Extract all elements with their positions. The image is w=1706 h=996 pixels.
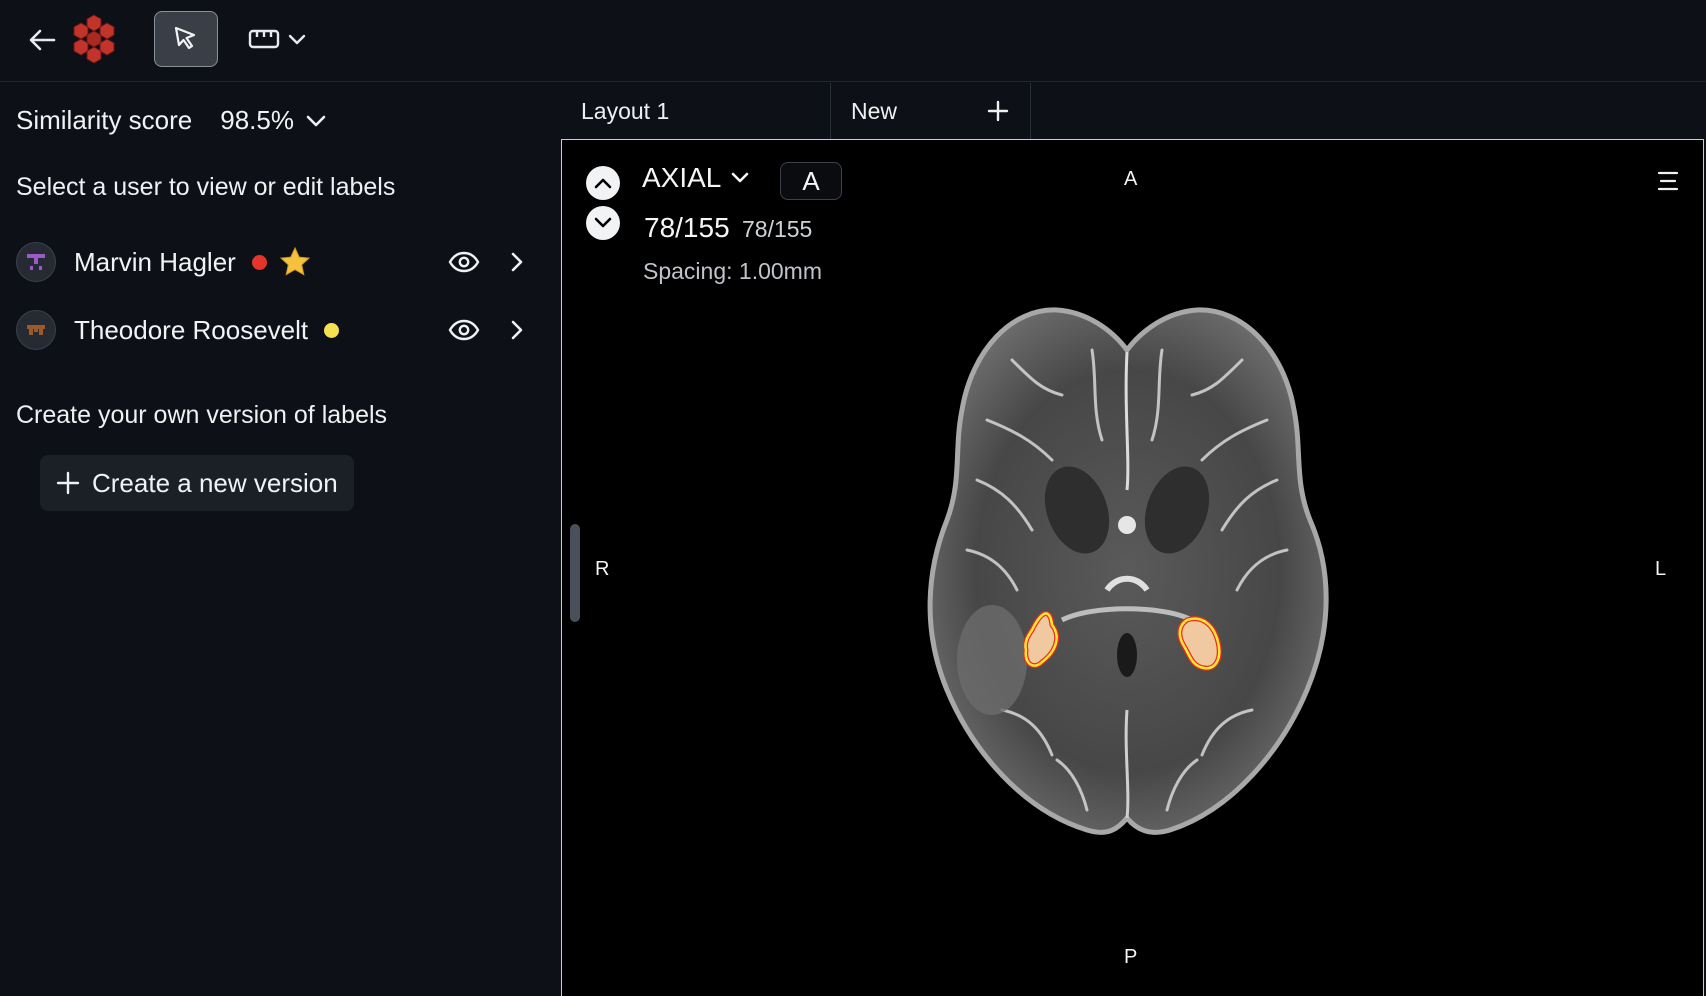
orientation-label-right: L — [1655, 558, 1667, 580]
mri-axial-slice — [927, 307, 1329, 835]
user-name: Theodore Roosevelt — [74, 314, 309, 345]
avatar — [16, 242, 56, 282]
eye-icon — [448, 251, 480, 273]
orientation-button[interactable]: A — [780, 162, 842, 200]
chevron-down-icon — [288, 34, 306, 45]
plus-icon — [987, 100, 1009, 122]
users-heading: Select a user to view or edit labels — [16, 173, 396, 201]
chevron-down-icon — [594, 217, 612, 228]
star-icon — [279, 246, 311, 278]
chevron-right-icon — [511, 252, 523, 272]
plane-dropdown[interactable]: AXIAL — [642, 162, 749, 194]
labels-sidebar: Similarity score 98.5% Select a user to … — [0, 83, 560, 996]
similarity-dropdown[interactable]: 98.5% — [220, 105, 326, 136]
slice-scroll-handle[interactable] — [570, 524, 580, 622]
pointer-tool-button[interactable] — [154, 11, 218, 67]
top-toolbar — [0, 0, 1706, 82]
app-logo — [70, 14, 118, 66]
slice-index-secondary: 78/155 — [742, 216, 813, 242]
plane-label: AXIAL — [642, 162, 722, 193]
open-user-button[interactable] — [502, 244, 532, 280]
layout-tabs: Layout 1 New — [561, 83, 1706, 139]
slice-index: 78/155 — [644, 212, 730, 243]
toggle-visibility-button[interactable] — [446, 312, 482, 348]
tab-layout-1[interactable]: Layout 1 — [561, 83, 831, 139]
slice-spacing: Spacing: 1.00mm — [643, 258, 822, 284]
create-heading: Create your own version of labels — [16, 401, 388, 429]
tab-new[interactable]: New — [831, 83, 1031, 139]
similarity-value: 98.5% — [220, 105, 294, 135]
avatar — [16, 310, 56, 350]
user-name: Marvin Hagler — [74, 246, 236, 277]
next-slice-button[interactable] — [586, 206, 620, 240]
measure-tool-dropdown[interactable] — [248, 20, 318, 58]
chevron-up-icon — [594, 178, 612, 189]
status-dot — [324, 322, 340, 338]
chevron-right-icon — [511, 320, 523, 340]
toggle-visibility-button[interactable] — [446, 244, 482, 280]
menu-icon — [1657, 171, 1679, 191]
arrow-left-icon — [29, 29, 56, 51]
orientation-label-left: R — [595, 558, 610, 580]
image-viewport[interactable]: AXIAL A 78/155 78/155 Spacing: 1.00mm A … — [561, 139, 1704, 996]
similarity-label: Similarity score — [16, 105, 193, 135]
ruler-icon — [248, 29, 280, 49]
create-button-label: Create a new version — [92, 467, 338, 498]
tab-label: New — [851, 97, 898, 124]
chevron-down-icon — [732, 172, 749, 183]
user-row-marvin-hagler[interactable]: Marvin Hagler — [16, 238, 546, 286]
open-user-button[interactable] — [502, 312, 532, 348]
chevron-down-icon — [306, 115, 326, 127]
add-tab-button[interactable] — [984, 97, 1012, 125]
similarity-score: Similarity score 98.5% — [16, 105, 326, 136]
orientation-label-top: A — [1124, 168, 1138, 190]
previous-slice-button[interactable] — [586, 166, 620, 200]
back-button[interactable] — [24, 22, 60, 58]
tab-label: Layout 1 — [581, 97, 670, 124]
status-dot — [251, 254, 267, 270]
eye-icon — [448, 319, 480, 341]
plus-icon — [56, 471, 80, 495]
orientation-label-bottom: P — [1124, 946, 1138, 968]
user-row-theodore-roosevelt[interactable]: Theodore Roosevelt — [16, 306, 546, 354]
create-new-version-button[interactable]: Create a new version — [40, 455, 354, 511]
viewer-menu-button[interactable] — [1651, 164, 1685, 198]
cursor-arrow-icon — [174, 26, 196, 50]
